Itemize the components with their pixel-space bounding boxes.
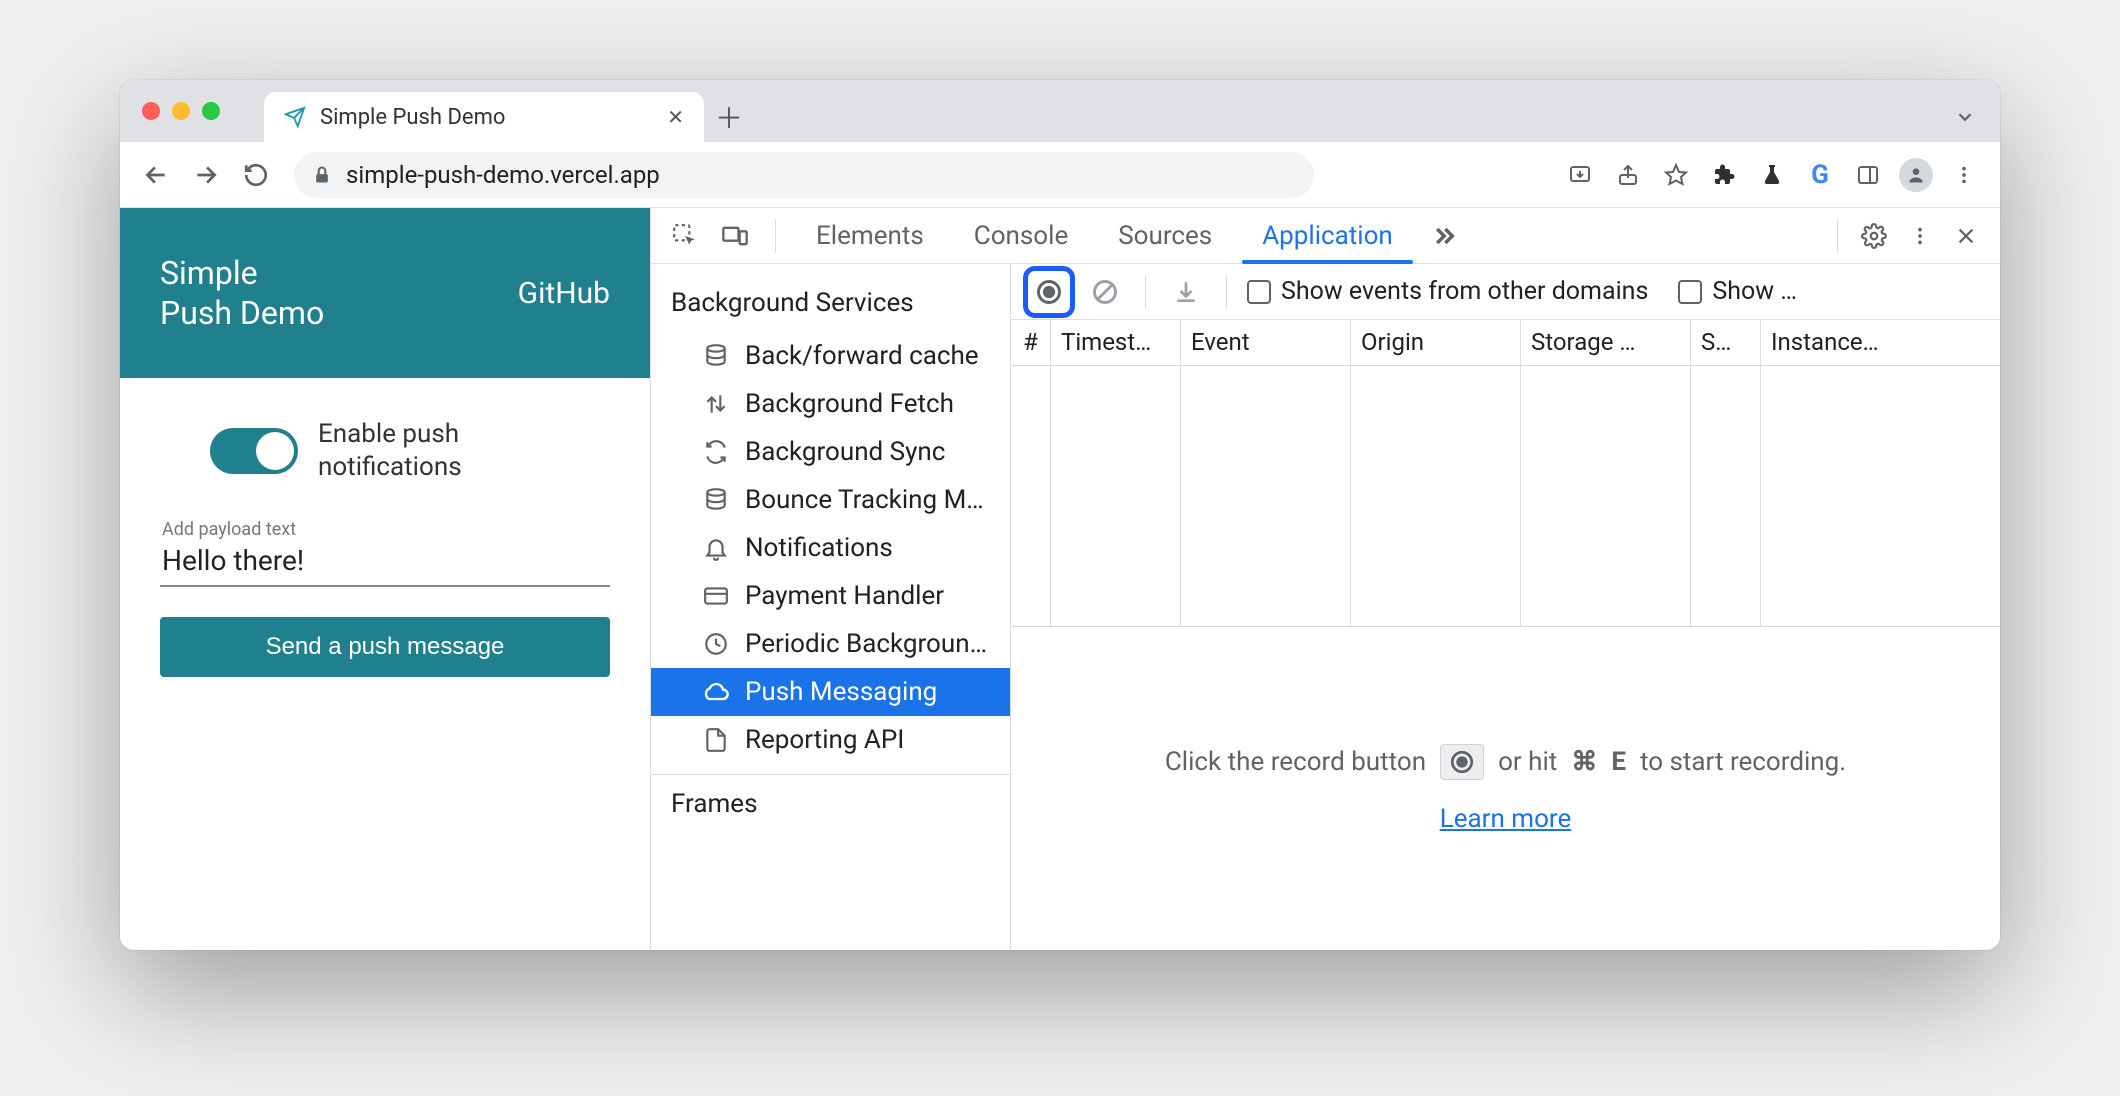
tab-sources[interactable]: Sources	[1098, 208, 1232, 263]
close-devtools-button[interactable]	[1946, 216, 1986, 256]
sidebar-item-bounce-tracking[interactable]: Bounce Tracking Mitigations	[651, 476, 1010, 524]
devtools-tabbar: Elements Console Sources Application	[651, 208, 2000, 264]
reload-button[interactable]	[234, 153, 278, 197]
tab-elements[interactable]: Elements	[796, 208, 944, 263]
application-sidebar: Background Services Back/forward cache B…	[651, 264, 1011, 950]
install-app-icon[interactable]	[1558, 153, 1602, 197]
col-instance[interactable]: Instance…	[1761, 320, 2000, 365]
sidebar-item-push-messaging[interactable]: Push Messaging	[651, 668, 1010, 716]
sidebar-header-frames: Frames	[651, 774, 1010, 833]
tab-title: Simple Push Demo	[320, 105, 653, 130]
sidebar-item-reporting-api[interactable]: Reporting API	[651, 716, 1010, 764]
url-text: simple-push-demo.vercel.app	[346, 161, 660, 189]
show-checkbox-2[interactable]: Show …	[1678, 277, 1797, 306]
sidebar-item-background-fetch[interactable]: Background Fetch	[651, 380, 1010, 428]
col-timestamp[interactable]: Timest…	[1051, 320, 1181, 365]
browser-menu-button[interactable]	[1942, 153, 1986, 197]
lock-icon	[312, 165, 332, 185]
col-storage[interactable]: Storage …	[1521, 320, 1691, 365]
close-tab-button[interactable]: ✕	[667, 105, 684, 129]
browser-window: Simple Push Demo ✕ ＋ simple-push-demo.ve…	[120, 80, 2000, 950]
settings-gear-icon[interactable]	[1854, 216, 1894, 256]
payload-value: Hello there!	[162, 544, 608, 577]
recording-prompt: Click the record button or hit ⌘ E to st…	[1165, 744, 1846, 780]
close-window-button[interactable]	[142, 102, 160, 120]
bell-icon	[701, 533, 731, 563]
push-messaging-panel: Show events from other domains Show … # …	[1011, 264, 2000, 950]
sidebar-item-payment-handler[interactable]: Payment Handler	[651, 572, 1010, 620]
bookmark-star-icon[interactable]	[1654, 153, 1698, 197]
events-table-header: # Timest… Event Origin Storage … S… Inst…	[1011, 320, 2000, 366]
checkbox-icon	[1247, 280, 1271, 304]
empty-state: Click the record button or hit ⌘ E to st…	[1011, 626, 2000, 950]
events-toolbar: Show events from other domains Show …	[1011, 264, 2000, 320]
extensions-icon[interactable]	[1702, 153, 1746, 197]
show-other-domains-checkbox[interactable]: Show events from other domains	[1247, 277, 1648, 306]
back-button[interactable]	[134, 153, 178, 197]
database-icon	[701, 485, 731, 515]
col-index[interactable]: #	[1011, 320, 1051, 365]
record-icon-inline	[1440, 744, 1484, 780]
tabs-overflow-button[interactable]	[1940, 92, 1990, 142]
payload-label: Add payload text	[162, 519, 296, 540]
more-tabs-icon[interactable]	[1423, 216, 1463, 256]
tab-application[interactable]: Application	[1242, 208, 1413, 263]
sync-icon	[701, 437, 731, 467]
events-table-body	[1011, 366, 2000, 626]
record-button[interactable]	[1030, 273, 1068, 311]
demo-header: Simple Push Demo GitHub	[120, 208, 650, 378]
google-icon[interactable]: G	[1798, 153, 1842, 197]
enable-push-toggle[interactable]	[210, 428, 298, 474]
sidebar-item-notifications[interactable]: Notifications	[651, 524, 1010, 572]
record-button-highlight	[1023, 266, 1075, 318]
tab-strip: Simple Push Demo ✕ ＋	[120, 80, 2000, 142]
devtools-panel: Elements Console Sources Application	[650, 208, 2000, 950]
labs-flask-icon[interactable]	[1750, 153, 1794, 197]
forward-button[interactable]	[184, 153, 228, 197]
sidebar-item-back-forward-cache[interactable]: Back/forward cache	[651, 332, 1010, 380]
col-s[interactable]: S…	[1691, 320, 1761, 365]
clock-icon	[701, 629, 731, 659]
checkbox-icon	[1678, 280, 1702, 304]
new-tab-button[interactable]: ＋	[704, 92, 754, 142]
maximize-window-button[interactable]	[202, 102, 220, 120]
send-push-button[interactable]: Send a push message	[160, 617, 610, 677]
address-bar[interactable]: simple-push-demo.vercel.app	[294, 152, 1314, 198]
side-panel-icon[interactable]	[1846, 153, 1890, 197]
file-icon	[701, 725, 731, 755]
share-icon[interactable]	[1606, 153, 1650, 197]
sidebar-item-periodic-sync[interactable]: Periodic Background Sync	[651, 620, 1010, 668]
learn-more-link[interactable]: Learn more	[1440, 804, 1572, 834]
inspect-element-icon[interactable]	[665, 216, 705, 256]
device-toolbar-icon[interactable]	[715, 216, 755, 256]
paper-plane-icon	[284, 106, 306, 128]
window-controls	[136, 80, 234, 142]
devtools-menu-icon[interactable]	[1900, 216, 1940, 256]
tab-console[interactable]: Console	[954, 208, 1088, 263]
clear-button[interactable]	[1085, 272, 1125, 312]
credit-card-icon	[701, 581, 731, 611]
github-link[interactable]: GitHub	[518, 276, 610, 311]
download-button[interactable]	[1166, 272, 1206, 312]
demo-title: Simple Push Demo	[160, 253, 324, 333]
arrows-updown-icon	[701, 389, 731, 419]
browser-toolbar: simple-push-demo.vercel.app G	[120, 142, 2000, 208]
payload-input[interactable]: Add payload text Hello there!	[160, 513, 610, 587]
profile-avatar[interactable]	[1894, 153, 1938, 197]
col-origin[interactable]: Origin	[1351, 320, 1521, 365]
browser-tab[interactable]: Simple Push Demo ✕	[264, 92, 704, 142]
sidebar-item-background-sync[interactable]: Background Sync	[651, 428, 1010, 476]
sidebar-header-background-services: Background Services	[651, 274, 1010, 332]
toggle-label: Enable push notifications	[318, 418, 462, 483]
demo-page: Simple Push Demo GitHub Enable push noti…	[120, 208, 650, 950]
database-icon	[701, 341, 731, 371]
col-event[interactable]: Event	[1181, 320, 1351, 365]
cloud-icon	[701, 677, 731, 707]
minimize-window-button[interactable]	[172, 102, 190, 120]
